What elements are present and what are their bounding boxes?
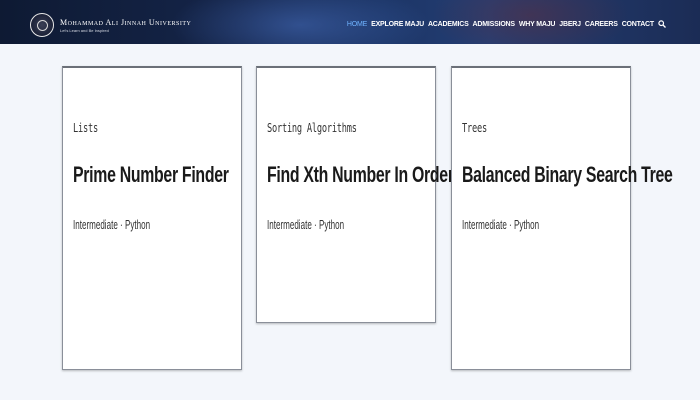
card-meta: Intermediate · Python — [267, 217, 345, 232]
course-card[interactable]: Lists Prime Number Finder Intermediate ·… — [62, 66, 242, 370]
card-category: Trees — [462, 121, 487, 135]
nav-home[interactable]: HOME — [347, 21, 367, 28]
university-tagline: Let's Learn and Be Inspired — [60, 27, 109, 33]
nav-explore-maju[interactable]: EXPLORE MAJU — [371, 21, 424, 28]
university-name: Mohammad Ali Jinnah University — [60, 17, 192, 27]
university-seal-icon — [30, 13, 54, 37]
nav-careers[interactable]: CAREERS — [585, 21, 618, 28]
site-header: Mohammad Ali Jinnah University Let's Lea… — [0, 0, 700, 44]
nav-admissions[interactable]: ADMISSIONS — [473, 21, 516, 28]
university-logo[interactable]: Mohammad Ali Jinnah University Let's Lea… — [30, 13, 191, 37]
card-category: Lists — [73, 121, 98, 135]
course-card[interactable]: Trees Balanced Binary Search Tree Interm… — [451, 66, 673, 370]
nav-contact[interactable]: CONTACT — [622, 21, 655, 28]
nav-why-maju[interactable]: WHY MAJU — [519, 21, 556, 28]
main-nav: HOME EXPLORE MAJU ACADEMICS ADMISSIONS W… — [343, 20, 666, 28]
card-title[interactable]: Find Xth Number In Order — [267, 162, 454, 188]
card-title[interactable]: Prime Number Finder — [73, 162, 229, 188]
nav-academics[interactable]: ACADEMICS — [428, 21, 469, 28]
card-meta: Intermediate · Python — [462, 217, 540, 232]
logo-text: Mohammad Ali Jinnah University Let's Lea… — [60, 18, 191, 33]
card-title[interactable]: Balanced Binary Search Tree — [462, 162, 673, 188]
card-meta: Intermediate · Python — [73, 217, 151, 232]
course-card[interactable]: Sorting Algorithms Find Xth Number In Or… — [256, 66, 454, 323]
nav-jberj[interactable]: JBERJ — [559, 21, 581, 28]
card-category: Sorting Algorithms — [267, 121, 357, 135]
search-icon[interactable] — [658, 20, 666, 28]
